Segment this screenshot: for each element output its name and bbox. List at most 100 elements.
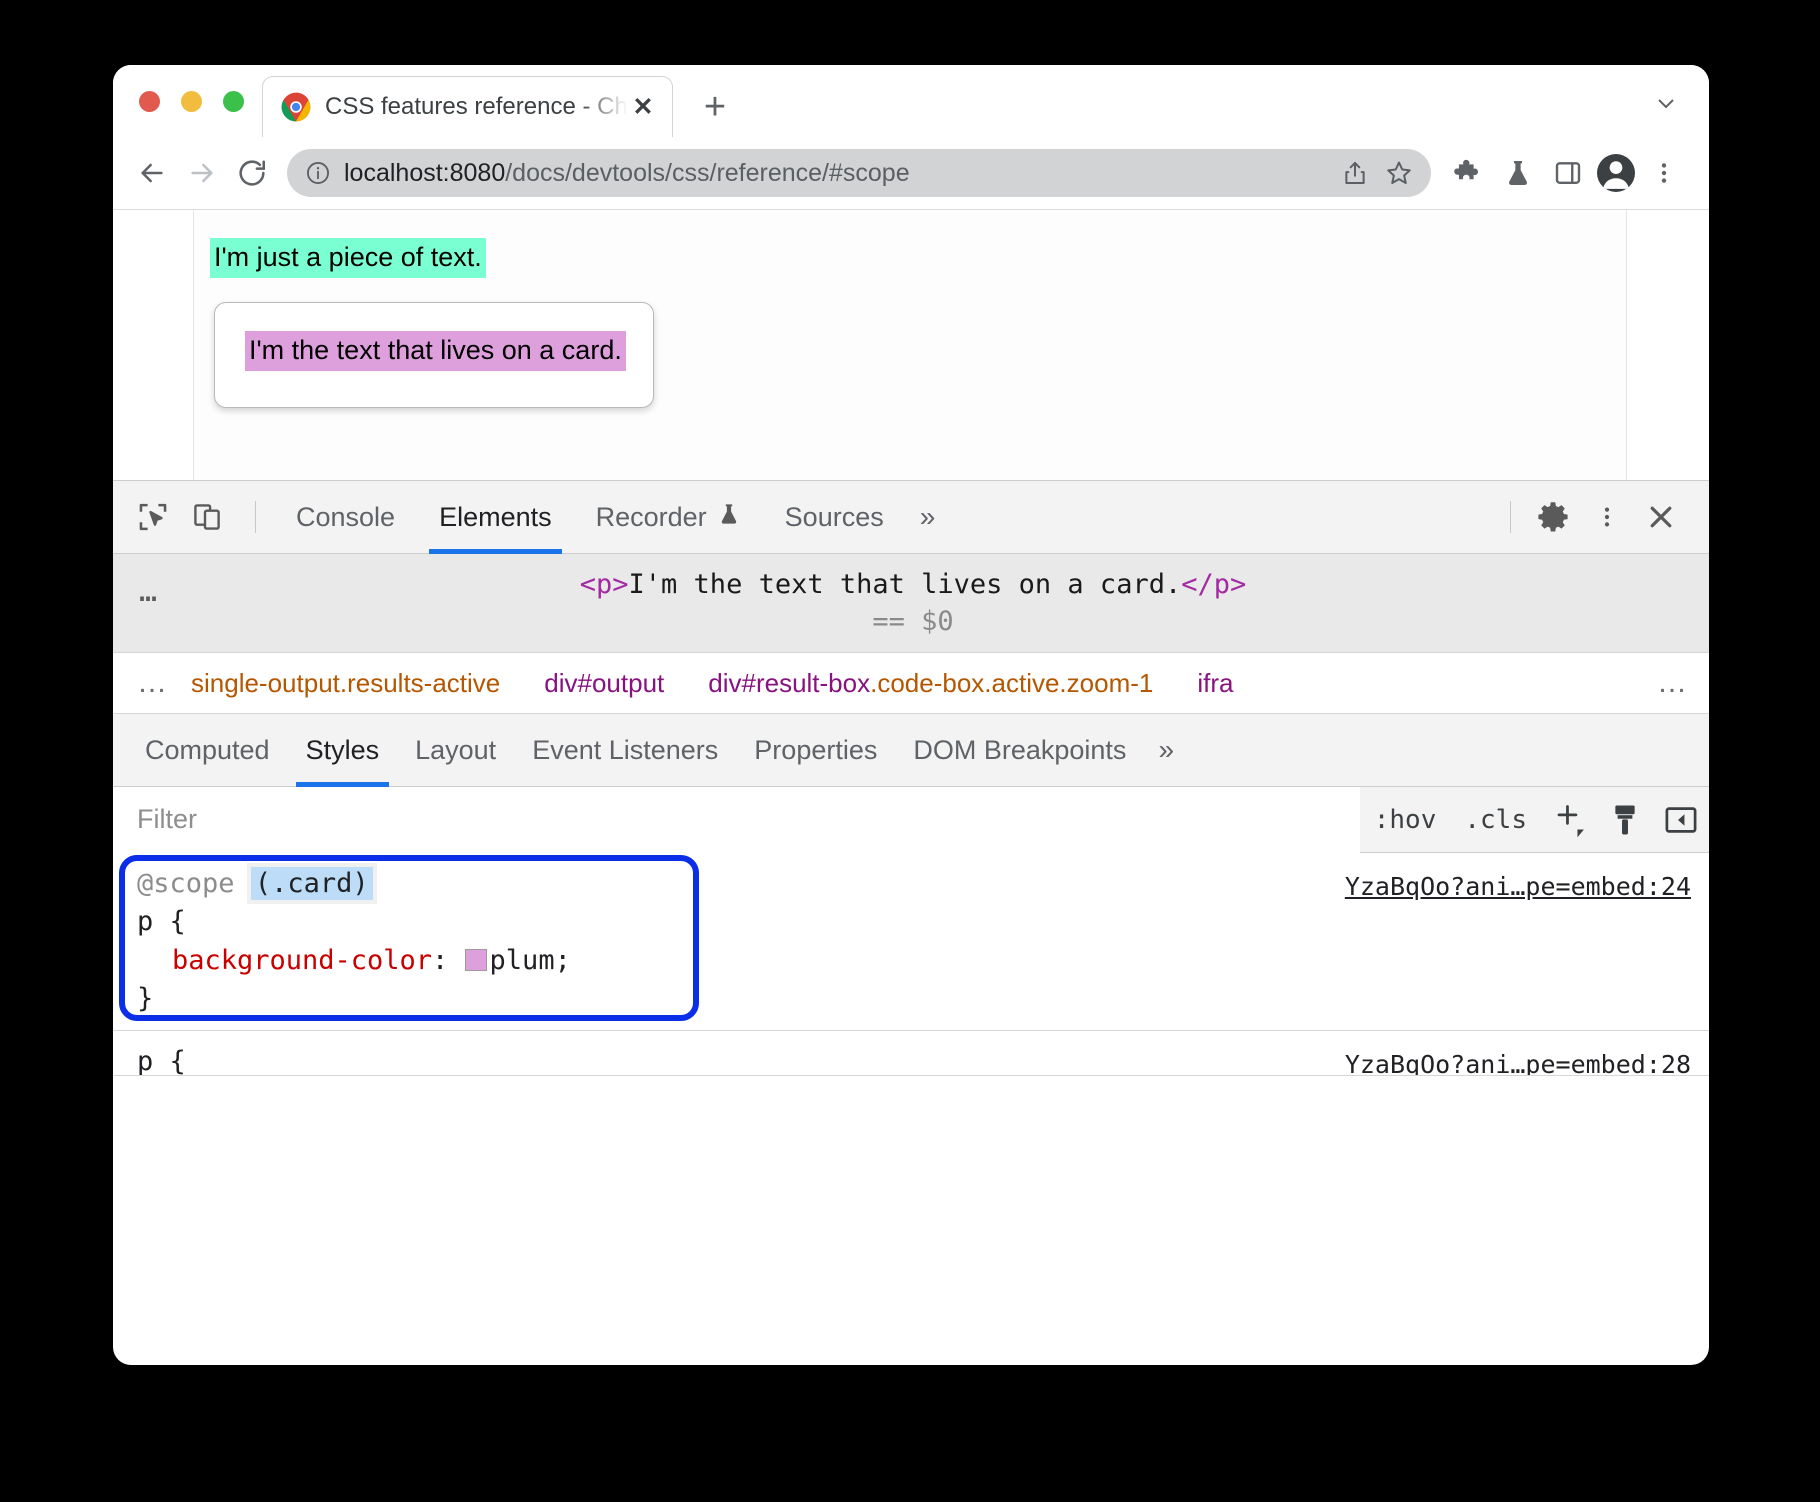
- sidebar-tab-label: Computed: [145, 735, 270, 766]
- card-element: I'm the text that lives on a card.: [214, 302, 654, 408]
- star-icon[interactable]: [1377, 151, 1421, 195]
- breadcrumb: … single-output.results-active div#outpu…: [113, 652, 1709, 714]
- puzzle-piece-icon[interactable]: [1443, 148, 1493, 198]
- gear-icon[interactable]: [1529, 493, 1577, 541]
- chevron-down-icon[interactable]: [1651, 91, 1681, 115]
- info-circle-icon[interactable]: [305, 160, 331, 186]
- toggle-class-button[interactable]: .cls: [1450, 787, 1541, 853]
- forward-arrow-icon[interactable]: [177, 148, 227, 198]
- toolbar-divider-right: [1510, 501, 1511, 533]
- browser-tab[interactable]: CSS features reference - Chrome ✕: [262, 76, 673, 137]
- css-rule-scope-card[interactable]: YzaBqOo?ani…pe=embed:24 @scope (.card) p…: [113, 853, 1709, 1031]
- three-dots-vertical-icon[interactable]: [1583, 493, 1631, 541]
- breadcrumb-leading-ellipsis[interactable]: …: [137, 666, 169, 700]
- sidebar-tab-label: Layout: [415, 735, 496, 766]
- plain-text-paragraph: I'm just a piece of text.: [210, 238, 486, 278]
- css-at-rule-keyword: @scope: [137, 868, 235, 899]
- new-style-rule-icon[interactable]: [1541, 787, 1597, 853]
- css-declaration[interactable]: background-color: plum;: [137, 942, 1689, 980]
- breadcrumb-node: div#result-box: [708, 668, 870, 698]
- stylesheet-source-link[interactable]: YzaBqOo?ani…pe=embed:24: [1345, 869, 1691, 905]
- css-property-value[interactable]: plum: [490, 945, 555, 976]
- sidebar-tabs-overflow-icon[interactable]: »: [1144, 734, 1188, 766]
- new-tab-button[interactable]: +: [695, 87, 735, 127]
- minimize-window-button[interactable]: [181, 91, 202, 112]
- sidebar-tab-dom-breakpoints[interactable]: DOM Breakpoints: [895, 714, 1144, 787]
- zoom-window-button[interactable]: [223, 91, 244, 112]
- sidebar-tab-label: Properties: [754, 735, 877, 766]
- address-bar-host: localhost:8080: [344, 159, 505, 187]
- address-bar-url[interactable]: localhost:8080/docs/devtools/css/referen…: [344, 159, 1333, 188]
- css-colon: :: [432, 945, 465, 976]
- devtools-tab-sources[interactable]: Sources: [763, 481, 906, 554]
- address-bar-path: /docs/devtools/css/reference/#scope: [505, 159, 909, 187]
- toolbar-divider: [255, 501, 256, 533]
- css-property-name[interactable]: background-color: [172, 945, 432, 976]
- close-x-icon[interactable]: [1637, 493, 1685, 541]
- sidebar-tab-styles[interactable]: Styles: [288, 714, 398, 787]
- styles-pane-scroll-edge: [113, 1075, 1709, 1093]
- devtools-tab-console[interactable]: Console: [274, 481, 417, 554]
- tab-strip: CSS features reference - Chrome ✕ +: [113, 65, 1709, 137]
- browser-tab-title: CSS features reference - Chrome: [325, 93, 628, 121]
- devtools-tab-bar: Console Elements Recorder Sources »: [113, 481, 1709, 554]
- devtools-tab-elements[interactable]: Elements: [417, 481, 574, 554]
- inspect-cursor-icon[interactable]: [129, 493, 177, 541]
- avatar-icon[interactable]: [1597, 154, 1635, 192]
- styles-rules-pane[interactable]: YzaBqOo?ani…pe=embed:24 @scope (.card) p…: [113, 853, 1709, 1093]
- double-chevron-right-icon[interactable]: »: [906, 501, 950, 533]
- sidebar-tab-layout[interactable]: Layout: [397, 714, 514, 787]
- device-toggle-icon[interactable]: [183, 493, 231, 541]
- breadcrumb-node: ifra: [1197, 668, 1233, 698]
- css-rule-close-brace: }: [137, 980, 1689, 1018]
- sidebar-tab-label: Event Listeners: [532, 735, 718, 766]
- breadcrumb-classes: single-output.results-active: [191, 668, 500, 698]
- sidebar-tab-label: DOM Breakpoints: [913, 735, 1126, 766]
- flask-icon[interactable]: [1493, 148, 1543, 198]
- side-panel-icon[interactable]: [1543, 148, 1593, 198]
- dom-selected-node[interactable]: <p>I'm the text that lives on a card.</p…: [139, 566, 1687, 603]
- share-icon[interactable]: [1333, 151, 1377, 195]
- chrome-logo-icon: [281, 92, 311, 122]
- toggle-element-state-button[interactable]: :hov: [1360, 787, 1451, 853]
- collapse-sidebar-icon[interactable]: [1653, 787, 1709, 853]
- devtools-tab-label: Console: [296, 502, 395, 533]
- css-semicolon: ;: [555, 945, 571, 976]
- sidebar-tab-computed[interactable]: Computed: [127, 714, 288, 787]
- three-dots-vertical-icon[interactable]: [1639, 148, 1689, 198]
- browser-window: CSS features reference - Chrome ✕ +: [113, 65, 1709, 1365]
- css-scope-argument[interactable]: (.card): [251, 867, 373, 900]
- styles-sidebar-tab-bar: Computed Styles Layout Event Listeners P…: [113, 714, 1709, 787]
- breadcrumb-item-output[interactable]: div#output: [544, 668, 664, 699]
- devtools-tab-label: Sources: [785, 502, 884, 533]
- flask-icon: [717, 500, 741, 535]
- page-content-frame: I'm just a piece of text. I'm the text t…: [193, 210, 1627, 480]
- devtools-tab-recorder[interactable]: Recorder: [574, 481, 763, 554]
- css-selector-line[interactable]: p {: [137, 903, 1689, 941]
- dom-close-tag: </p>: [1181, 569, 1246, 600]
- sidebar-tab-properties[interactable]: Properties: [736, 714, 895, 787]
- color-swatch-plum[interactable]: [465, 949, 487, 971]
- card-text-paragraph: I'm the text that lives on a card.: [245, 331, 626, 371]
- breadcrumb-item-iframe[interactable]: ifra: [1197, 668, 1233, 699]
- breadcrumb-item-single-output[interactable]: single-output.results-active: [191, 668, 500, 699]
- breadcrumb-classes: .code-box.active.zoom-1: [870, 668, 1153, 698]
- window-traffic-lights: [139, 91, 244, 112]
- reload-icon[interactable]: [227, 148, 277, 198]
- breadcrumb-item-result-box[interactable]: div#result-box.code-box.active.zoom-1: [708, 668, 1153, 699]
- sidebar-tab-label: Styles: [306, 735, 380, 766]
- dom-tree: … <p>I'm the text that lives on a card.<…: [113, 554, 1709, 652]
- dom-tree-ellipsis[interactable]: …: [139, 574, 159, 609]
- breadcrumb-node: div#output: [544, 668, 664, 698]
- devtools-tab-label: Elements: [439, 502, 552, 533]
- address-bar[interactable]: localhost:8080/docs/devtools/css/referen…: [287, 149, 1431, 197]
- sidebar-tab-event-listeners[interactable]: Event Listeners: [514, 714, 736, 787]
- search-input[interactable]: [113, 787, 1360, 853]
- devtools-tab-label: Recorder: [596, 502, 707, 533]
- close-window-button[interactable]: [139, 91, 160, 112]
- back-arrow-icon[interactable]: [127, 148, 177, 198]
- close-tab-button[interactable]: ✕: [628, 92, 658, 122]
- dom-node-text: I'm the text that lives on a card.: [629, 569, 1182, 600]
- paint-brush-icon[interactable]: [1597, 787, 1653, 853]
- breadcrumb-trailing-ellipsis[interactable]: …: [1657, 666, 1689, 700]
